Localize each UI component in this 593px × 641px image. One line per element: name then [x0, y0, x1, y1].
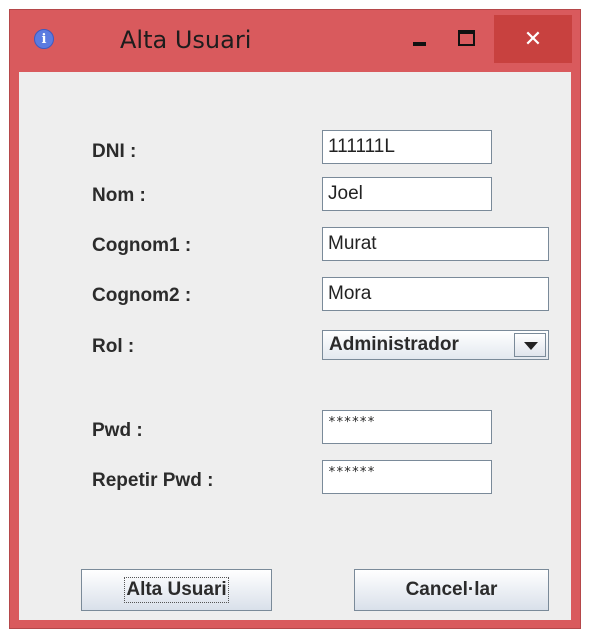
chevron-down-icon[interactable]: [514, 333, 546, 357]
dni-field[interactable]: 111111L: [322, 130, 492, 164]
rol-select[interactable]: Administrador: [322, 330, 549, 360]
rol-selected-value: Administrador: [329, 334, 459, 355]
nom-label: Nom :: [92, 185, 146, 206]
close-button[interactable]: ✕: [494, 15, 572, 63]
info-icon: i: [34, 29, 54, 49]
alta-usuari-button[interactable]: Alta Usuari: [81, 569, 272, 611]
window-title: Alta Usuari: [120, 26, 252, 54]
cognom1-label: Cognom1 :: [92, 235, 192, 256]
dialog-window: i Alta Usuari ✕ DNI : 111111L Nom : Joel…: [9, 9, 581, 629]
pwd-label: Pwd :: [92, 420, 143, 441]
minimize-button[interactable]: [404, 28, 434, 52]
cognom1-field[interactable]: Murat: [322, 227, 549, 261]
rol-label: Rol :: [92, 336, 135, 357]
repetir-pwd-label: Repetir Pwd :: [92, 470, 214, 491]
title-bar[interactable]: i Alta Usuari ✕: [10, 10, 580, 72]
dni-label: DNI :: [92, 141, 137, 162]
form-panel: DNI : 111111L Nom : Joel Cognom1 : Murat…: [19, 72, 571, 620]
cancel-button-label: Cancel·lar: [405, 579, 498, 600]
pwd-field[interactable]: ******: [322, 410, 492, 444]
repetir-pwd-field[interactable]: ******: [322, 460, 492, 494]
maximize-button[interactable]: [450, 26, 480, 50]
alta-usuari-button-label: Alta Usuari: [124, 577, 229, 603]
cognom2-field[interactable]: Mora: [322, 277, 549, 311]
cognom2-label: Cognom2 :: [92, 285, 192, 306]
nom-field[interactable]: Joel: [322, 177, 492, 211]
cancel-button[interactable]: Cancel·lar: [354, 569, 549, 611]
